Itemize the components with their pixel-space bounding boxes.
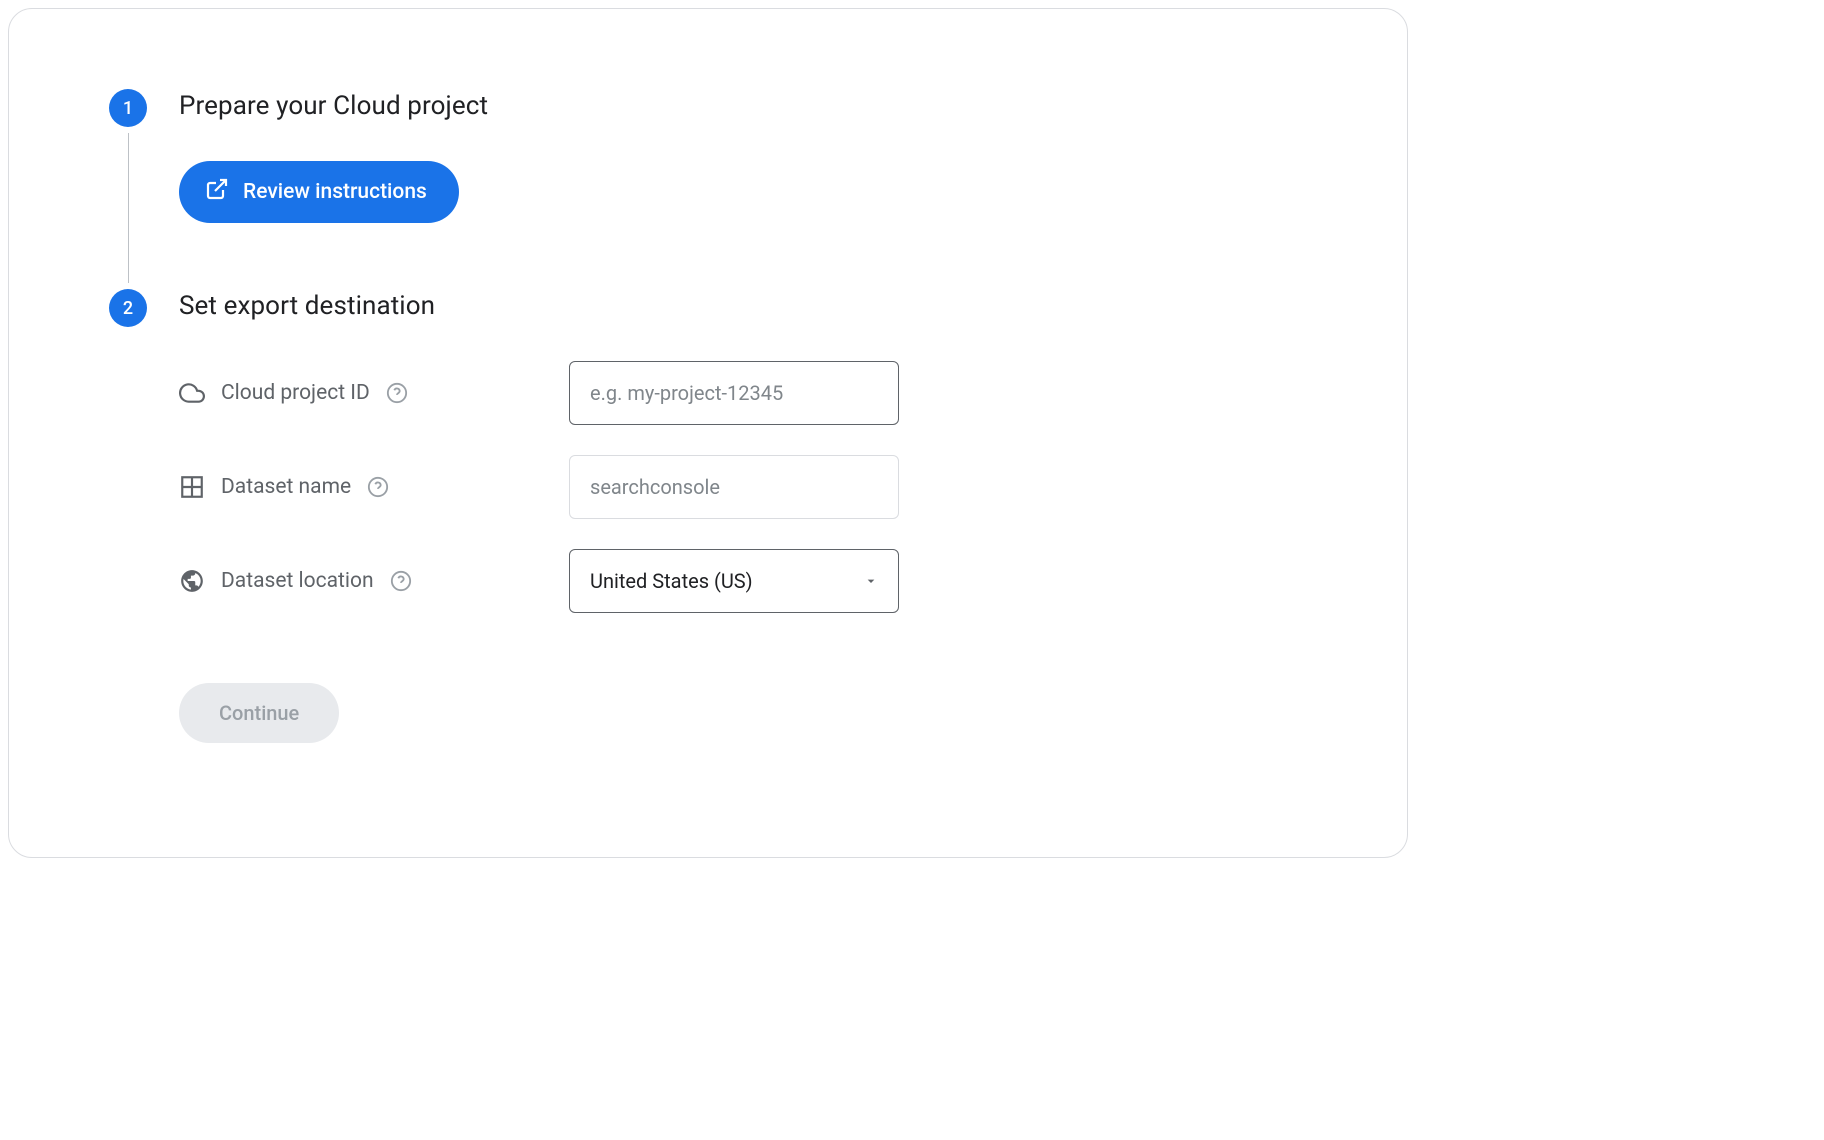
open-in-new-icon [205, 177, 229, 207]
help-icon[interactable] [367, 476, 389, 498]
field-row-project-id: Cloud project ID [179, 361, 1307, 425]
step-1-indicator: 1 [109, 89, 147, 289]
step-connector-line [128, 133, 129, 283]
help-icon[interactable] [390, 570, 412, 592]
globe-icon [179, 568, 205, 594]
dataset-name-input[interactable] [569, 455, 899, 519]
field-row-dataset-name: Dataset name [179, 455, 1307, 519]
step-1-circle: 1 [109, 89, 147, 127]
dataset-name-label: Dataset name [221, 475, 351, 499]
step-2-indicator: 2 [109, 289, 147, 327]
step-1-number: 1 [123, 98, 133, 119]
step-2-number: 2 [123, 298, 133, 319]
continue-button[interactable]: Continue [179, 683, 339, 743]
cloud-icon [179, 380, 205, 406]
step-2-title: Set export destination [179, 291, 1307, 321]
field-label-group-project-id: Cloud project ID [179, 380, 569, 406]
step-1: 1 Prepare your Cloud project Review inst… [109, 89, 1307, 289]
dataset-location-selected: United States (US) [590, 569, 753, 593]
grid-icon [179, 474, 205, 500]
setup-card: 1 Prepare your Cloud project Review inst… [8, 8, 1408, 858]
help-icon[interactable] [386, 382, 408, 404]
continue-button-label: Continue [219, 701, 299, 725]
field-row-dataset-location: Dataset location United States (US) [179, 549, 1307, 613]
step-2-circle: 2 [109, 289, 147, 327]
field-label-group-dataset-location: Dataset location [179, 568, 569, 594]
step-2: 2 Set export destination Cloud project I… [109, 289, 1307, 743]
step-2-content: Set export destination Cloud project ID [179, 289, 1307, 743]
review-instructions-button[interactable]: Review instructions [179, 161, 459, 223]
dataset-location-label: Dataset location [221, 569, 374, 593]
project-id-input[interactable] [569, 361, 899, 425]
dataset-location-select-wrap: United States (US) [569, 549, 899, 613]
field-label-group-dataset-name: Dataset name [179, 474, 569, 500]
dataset-location-select[interactable]: United States (US) [569, 549, 899, 613]
step-1-title: Prepare your Cloud project [179, 91, 1307, 121]
project-id-label: Cloud project ID [221, 381, 370, 405]
step-1-content: Prepare your Cloud project Review instru… [179, 89, 1307, 223]
review-instructions-label: Review instructions [243, 180, 427, 204]
